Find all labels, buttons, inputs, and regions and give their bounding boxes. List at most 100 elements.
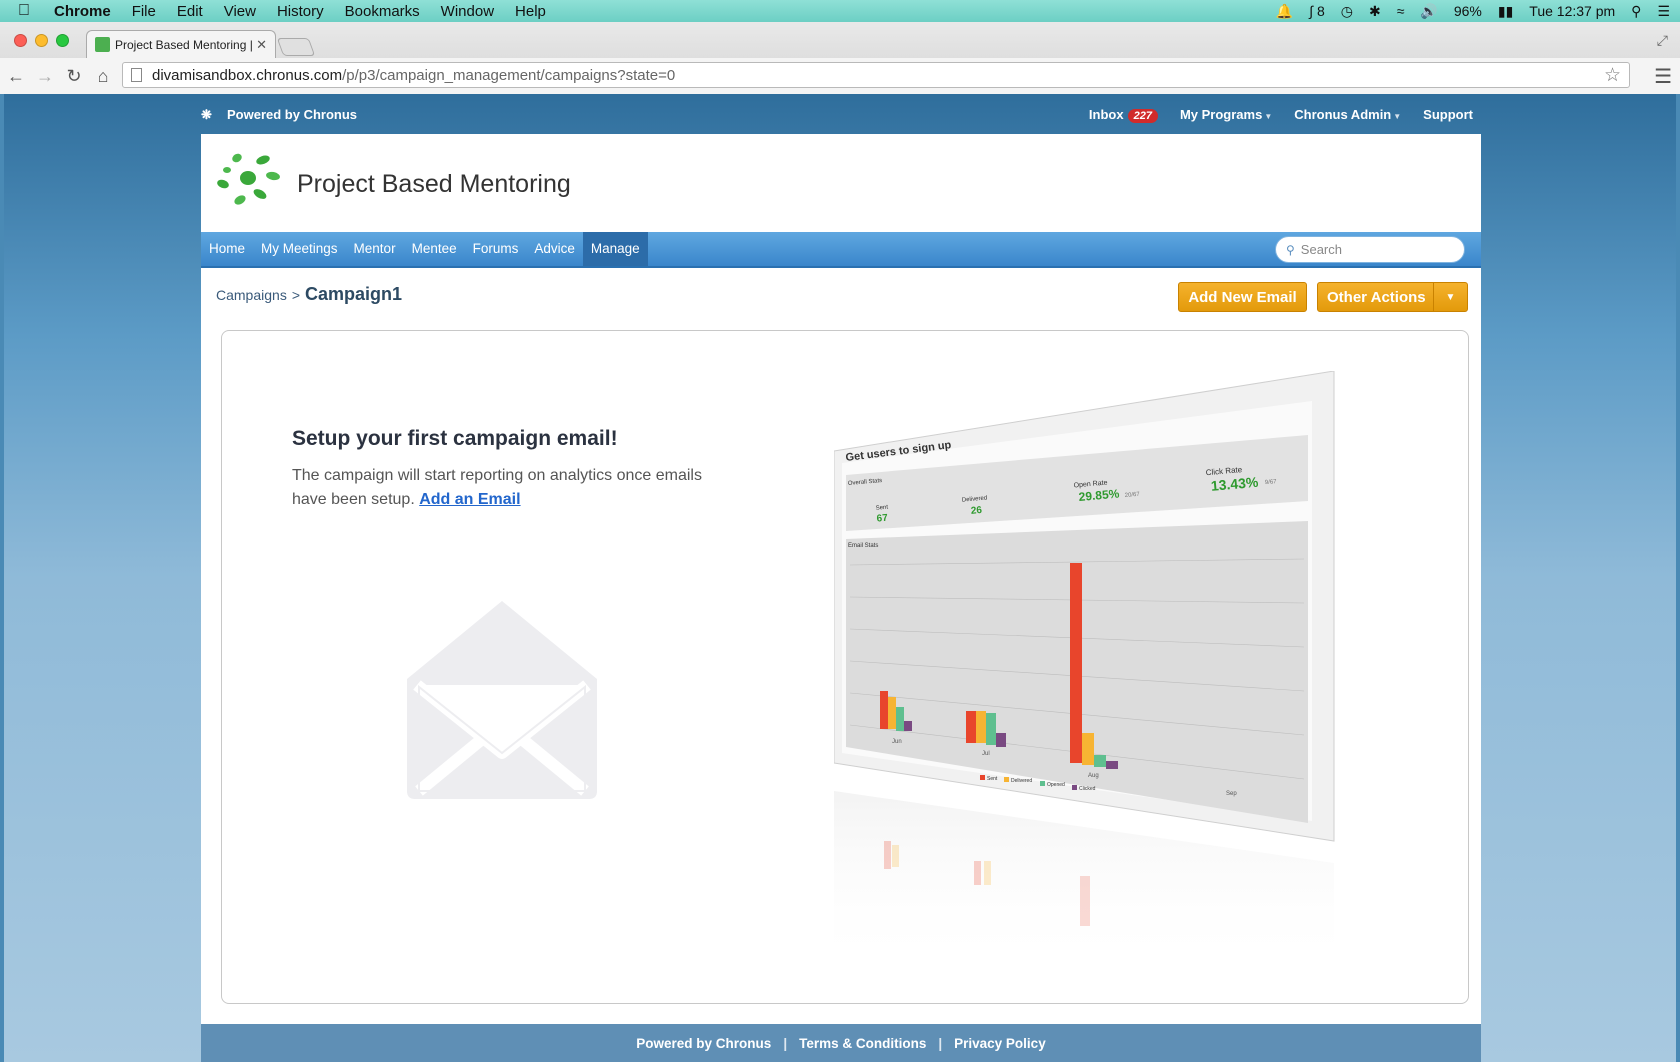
battery-icon[interactable]: ▮▮ [1498,3,1513,20]
menu-history[interactable]: History [277,3,324,20]
powered-by-link[interactable]: ❋ Powered by Chronus [201,106,358,123]
volume-icon[interactable]: 🔊 [1420,3,1437,20]
nav-mentor[interactable]: Mentor [346,232,404,266]
inbox-link[interactable]: Inbox 227 [1088,106,1158,123]
other-actions-label: Other Actions [1327,288,1426,306]
add-new-email-button[interactable]: Add New Email [1178,282,1307,312]
browser-chrome: Project Based Mentoring | ✕ ⤢ ← → ↻ ⌂ di… [0,22,1680,94]
address-bar[interactable]: divamisandbox.chronus.com/p/p3/campaign_… [122,62,1630,88]
program-logo[interactable] [215,150,281,208]
wifi-icon[interactable]: ≈ [1397,3,1405,19]
top-links: Inbox 227 My Programs ▼ Chronus Admin ▼ Sup… [1089,94,1473,134]
tab-favicon [95,37,110,52]
main-content: Campaigns > Campaign1 Add New Email Othe… [201,268,1481,1024]
chrome-menu-icon[interactable]: ☰ [1654,64,1672,89]
chevron-down-icon: ▼ [1393,111,1402,121]
macos-menubar:  Chrome File Edit View History Bookmark… [0,0,1680,22]
empty-state-panel: Setup your first campaign email! The cam… [221,330,1469,1004]
footer-terms-link[interactable]: Terms & Conditions [799,1036,926,1051]
legend-opened: Opened [1047,782,1065,788]
support-link[interactable]: Support [1423,107,1473,122]
bluetooth-icon[interactable]: ✱ [1369,3,1381,20]
inbox-label: Inbox [1088,106,1124,122]
reload-icon[interactable]: ↻ [61,66,87,87]
admin-label: Chronus Admin [1294,106,1392,122]
battery-percent[interactable]: 96% [1454,3,1482,19]
my-programs-menu[interactable]: My Programs ▼ [1180,107,1272,122]
empty-state-heading: Setup your first campaign email! [292,427,618,450]
my-programs-label: My Programs [1179,106,1263,122]
spotlight-icon[interactable]: ⚲ [1631,3,1641,20]
stat-click-sub: 9/67 [1265,479,1278,486]
footer-privacy-link[interactable]: Privacy Policy [954,1036,1046,1051]
nav-home[interactable]: Home [201,232,253,266]
chronus-logo-icon: ❋ [201,107,212,122]
notification-center-icon[interactable]: ☰ [1657,3,1670,20]
other-actions-button[interactable]: Other Actions ▼ [1317,282,1468,312]
program-title[interactable]: Project Based Mentoring [297,170,571,199]
powered-by-label: Powered by Chronus [227,106,358,122]
main-nav: Home My Meetings Mentor Mentee Forums Ad… [201,232,1481,268]
breadcrumb: Campaigns > Campaign1 [216,284,402,305]
notification-bell-icon[interactable]: 🔔 [1276,3,1293,20]
nav-forums[interactable]: Forums [465,232,527,266]
empty-state-description: The campaign will start reporting on ana… [292,464,722,512]
breadcrumb-campaigns[interactable]: Campaigns [216,287,287,303]
stat-sent-label: Sent [876,505,889,512]
fullscreen-icon[interactable]: ⤢ [1657,32,1668,49]
bookmark-star-icon[interactable]: ☆ [1604,64,1621,87]
minimize-window-button[interactable] [35,34,48,47]
apple-icon[interactable]:  [18,2,40,20]
menu-view[interactable]: View [224,3,256,20]
legend-sent: Sent [987,776,998,782]
tab-title: Project Based Mentoring | [115,37,253,52]
footer-powered-by[interactable]: Powered by Chronus [636,1036,771,1051]
site-footer: Powered by Chronus | Terms & Conditions … [201,1024,1481,1062]
nav-mentee[interactable]: Mentee [404,232,465,266]
time-machine-icon[interactable]: ◷ [1341,3,1353,20]
legend-clicked: Clicked [1079,786,1096,792]
url-host: divamisandbox.chronus.com [152,66,343,84]
preview-email-stats-label: Email Stats [848,543,878,549]
breadcrumb-separator: > [291,287,301,303]
legend-delivered: Delivered [1011,778,1032,784]
new-tab-button[interactable] [276,38,316,56]
chevron-down-icon: ▼ [1264,111,1273,121]
nav-advice[interactable]: Advice [526,232,583,266]
search-input[interactable]: ⚲ Search [1275,236,1465,263]
window-controls [14,34,69,47]
preview-month-sep: Sep [1226,791,1237,797]
menu-app-name[interactable]: Chrome [54,3,111,20]
menu-bookmarks[interactable]: Bookmarks [345,3,420,20]
preview-month-jun: Jun [892,739,902,745]
admin-menu[interactable]: Chronus Admin ▼ [1294,107,1401,122]
stat-sent-value: 67 [876,513,888,525]
nav-manage[interactable]: Manage [582,232,648,266]
url-path: /p/p3/campaign_management/campaigns?stat… [342,66,676,84]
home-icon[interactable]: ⌂ [90,66,116,87]
clock[interactable]: Tue 12:37 pm [1529,3,1615,19]
stat-delivered-value: 26 [970,505,982,517]
forward-arrow-icon[interactable]: → [32,66,58,87]
back-arrow-icon[interactable]: ← [3,66,29,87]
preview-month-jul: Jul [982,751,990,757]
preview-month-aug: Aug [1088,773,1099,779]
menu-file[interactable]: File [132,3,156,20]
status-count: 8 [1316,3,1325,19]
inbox-count-badge: 227 [1127,108,1158,123]
menu-window[interactable]: Window [441,3,494,20]
search-placeholder: Search [1300,242,1342,257]
page-title: Campaign1 [305,284,403,304]
add-email-link[interactable]: Add an Email [419,491,520,508]
menu-help[interactable]: Help [515,3,546,20]
close-window-button[interactable] [14,34,27,47]
nav-my-meetings[interactable]: My Meetings [253,232,346,266]
tab-close-icon[interactable]: ✕ [256,37,267,53]
menu-edit[interactable]: Edit [177,3,203,20]
adobe-status-icon[interactable]: ∫ 8 [1309,3,1325,19]
search-icon: ⚲ [1286,242,1295,257]
caret-down-icon[interactable]: ▼ [1433,283,1467,311]
envelope-icon [407,601,597,799]
zoom-window-button[interactable] [56,34,69,47]
browser-tab[interactable]: Project Based Mentoring | ✕ [86,30,276,58]
